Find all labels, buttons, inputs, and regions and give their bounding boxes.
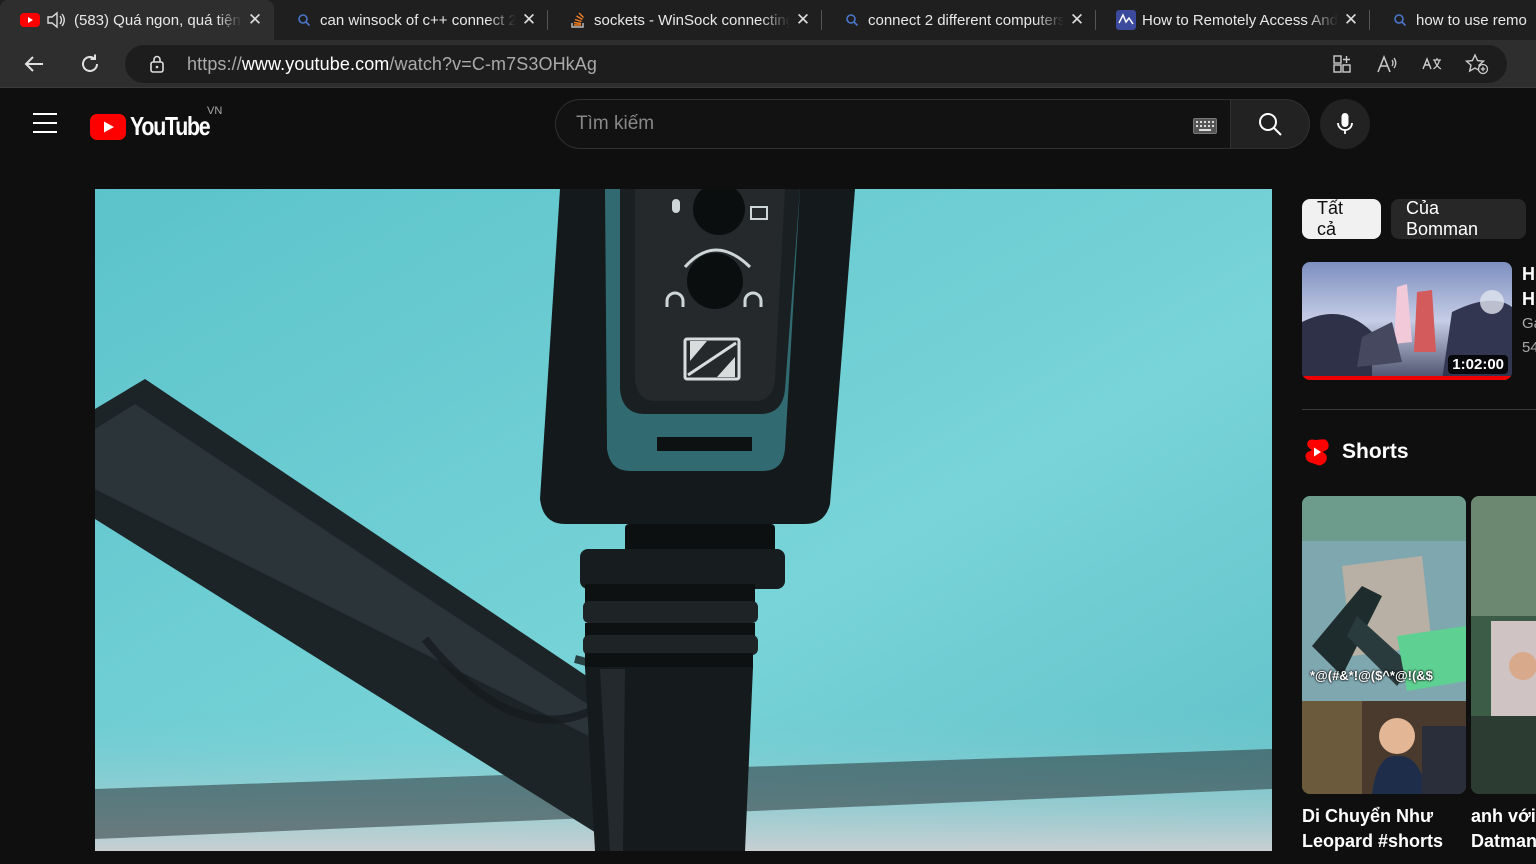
close-tab-icon[interactable]: ✕ xyxy=(1338,10,1364,30)
close-tab-icon[interactable]: ✕ xyxy=(790,10,816,30)
recommendation-channel: Ga xyxy=(1522,315,1536,332)
tab-search-winsock[interactable]: can winsock of c++ connect 2 ✕ xyxy=(274,0,548,40)
short-overlay-text: *@(#&*!@($^*@!(&$ xyxy=(1310,668,1433,683)
short-thumbnail-image xyxy=(1302,496,1466,794)
video-duration: 1:02:00 xyxy=(1448,355,1508,374)
close-tab-icon[interactable]: ✕ xyxy=(242,10,268,30)
app-available-icon[interactable] xyxy=(1329,52,1355,76)
add-favorite-icon[interactable] xyxy=(1464,52,1490,76)
short-title[interactable]: Di Chuyển Như Leopard #shorts xyxy=(1302,804,1462,854)
short-card[interactable] xyxy=(1471,496,1536,794)
search-icon xyxy=(294,10,314,30)
recommendation-views: 54 xyxy=(1522,339,1536,356)
search-input[interactable]: Tìm kiếm xyxy=(555,99,1231,149)
short-title[interactable]: anh với Datmani xyxy=(1471,804,1536,854)
shorts-icon xyxy=(1305,439,1329,466)
watch-progress-bar xyxy=(1302,376,1512,380)
logo-wordmark: YouTube xyxy=(130,111,211,141)
close-tab-icon[interactable]: ✕ xyxy=(1064,10,1090,30)
video-frame-microphone-image xyxy=(95,189,1272,851)
speaker-icon[interactable] xyxy=(46,10,66,30)
tab-search-connect[interactable]: connect 2 different computers ✕ xyxy=(822,0,1096,40)
short-thumbnail-image xyxy=(1471,496,1536,794)
chip-all[interactable]: Tất cả xyxy=(1302,198,1381,239)
tab-title: how to use remo xyxy=(1416,11,1527,29)
search-placeholder: Tìm kiếm xyxy=(576,113,655,134)
section-divider xyxy=(1302,409,1536,410)
translate-icon[interactable] xyxy=(1419,52,1445,76)
recommendation-info[interactable]: H H Ga 54 xyxy=(1522,262,1536,360)
read-aloud-icon[interactable] xyxy=(1374,52,1400,76)
country-code: VN xyxy=(207,105,223,117)
chip-channel[interactable]: Của Bomman xyxy=(1391,198,1526,239)
tab-title: sockets - WinSock connecting xyxy=(594,11,790,29)
search-button[interactable] xyxy=(1230,99,1310,149)
tab-title: connect 2 different computers xyxy=(868,11,1064,29)
search-icon xyxy=(1390,10,1410,30)
youtube-icon xyxy=(20,10,40,30)
shorts-title: Shorts xyxy=(1342,440,1409,463)
tab-title: can winsock of c++ connect 2 xyxy=(320,11,516,29)
tab-remote-access[interactable]: How to Remotely Access Andro ✕ xyxy=(1096,0,1370,40)
youtube-play-logo-icon xyxy=(90,113,126,140)
url-text: https://www.youtube.com/watch?v=C-m7S3OH… xyxy=(187,54,597,74)
back-arrow-icon[interactable] xyxy=(18,48,50,80)
stackoverflow-icon xyxy=(568,10,588,30)
browser-tab-strip: (583) Quá ngon, quá tiện ✕ can winsock o… xyxy=(0,0,1536,40)
video-player[interactable] xyxy=(95,189,1272,851)
keyboard-icon[interactable] xyxy=(1193,118,1217,134)
tab-stackoverflow[interactable]: sockets - WinSock connecting ✕ xyxy=(548,0,822,40)
youtube-header: YouTube VN Tìm kiếm xyxy=(0,89,1536,161)
recommendation-title-line: H xyxy=(1522,264,1535,284)
recommendation-thumbnail[interactable]: 1:02:00 xyxy=(1302,262,1512,380)
site-icon xyxy=(1116,10,1136,30)
search-icon xyxy=(842,10,862,30)
short-card[interactable]: *@(#&*!@($^*@!(&$ xyxy=(1302,496,1466,794)
lock-icon[interactable] xyxy=(144,52,170,76)
tab-title: (583) Quá ngon, quá tiện xyxy=(74,11,241,29)
tab-search-remote[interactable]: how to use remo xyxy=(1370,0,1536,40)
close-tab-icon[interactable]: ✕ xyxy=(516,10,542,30)
shorts-header: Shorts xyxy=(1304,438,1409,466)
voice-search-button[interactable] xyxy=(1320,99,1370,149)
tab-youtube[interactable]: (583) Quá ngon, quá tiện ✕ xyxy=(0,0,274,40)
recommendation-title-line: H xyxy=(1522,289,1535,309)
address-bar[interactable]: https://www.youtube.com/watch?v=C-m7S3OH… xyxy=(125,45,1507,83)
search-icon xyxy=(1259,113,1282,136)
tab-title: How to Remotely Access Andro xyxy=(1142,11,1338,29)
browser-toolbar: https://www.youtube.com/watch?v=C-m7S3OH… xyxy=(0,40,1536,88)
menu-icon[interactable] xyxy=(33,113,57,133)
microphone-icon xyxy=(1337,113,1353,134)
reload-icon[interactable] xyxy=(74,48,106,80)
